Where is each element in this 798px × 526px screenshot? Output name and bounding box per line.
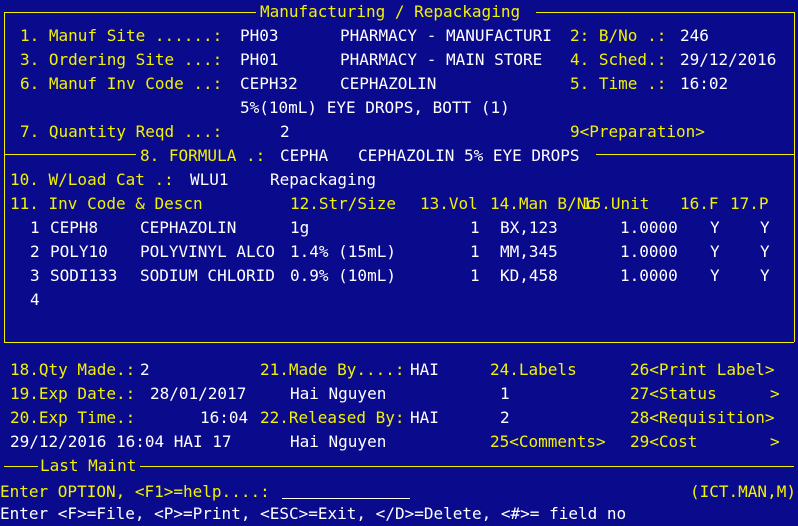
col-header-man-bno: 14.Man B/No (490, 194, 596, 213)
sched-label: 4. Sched.: (570, 50, 667, 69)
row-1-p[interactable]: Y (760, 216, 770, 240)
row-2-code[interactable]: POLY10 (50, 240, 108, 264)
row-1-str-size[interactable]: 1g (290, 216, 309, 240)
made-by-name: Hai Nguyen (290, 384, 387, 403)
last-maint-info: 29/12/2016 16:04 HAI 17 (10, 432, 232, 451)
manuf-inv-code-label: 6. Manuf Inv Code ..: (20, 74, 223, 93)
row-3-p[interactable]: Y (760, 264, 770, 288)
row-4-number[interactable]: 4 (30, 288, 40, 312)
labels-value-1[interactable]: 1 (500, 382, 510, 406)
help-line: Enter <F>=File, <P>=Print, <ESC>=Exit, <… (0, 504, 627, 523)
status-option-end: > (770, 384, 780, 403)
released-by-name: Hai Nguyen (290, 432, 387, 451)
row-1-number: 1 (30, 218, 40, 237)
option-prompt: Enter OPTION, <F1>=help....: (0, 482, 270, 501)
row-1-code[interactable]: CEPH8 (50, 216, 98, 240)
quantity-reqd-label: 7. Quantity Reqd ...: (20, 122, 223, 141)
exp-date-value[interactable]: 28/01/2017 (150, 382, 246, 406)
col-header-unit: 15.Unit (582, 194, 650, 213)
row-3-code[interactable]: SODI133 (50, 264, 117, 288)
formula-rule-left (4, 154, 136, 155)
batch-no-label: 2: B/No .: (570, 26, 667, 45)
row-2-number: 2 (30, 242, 40, 261)
ordering-site-code[interactable]: PH01 (240, 48, 279, 72)
row-3-unit[interactable]: 1.0000 (620, 264, 678, 288)
col-header-vol: 13.Vol (420, 194, 478, 213)
col-header-inv-code: 11. Inv Code & Descn (10, 194, 203, 213)
time-label: 5. Time .: (570, 74, 667, 93)
manuf-inv-description: 5%(10mL) EYE DROPS, BOTT (1) (240, 98, 510, 117)
frame-bottom (4, 342, 794, 343)
row-3-desc: SODIUM CHLORID (140, 266, 275, 285)
wload-cat-label: 10. W/Load Cat .: (10, 170, 174, 189)
sched-value[interactable]: 29/12/2016 (680, 48, 776, 72)
program-id: (ICT.MAN,M) (690, 482, 796, 501)
formula-code[interactable]: CEPHA (280, 144, 328, 168)
ordering-site-name: PHARMACY - MAIN STORE (340, 50, 543, 69)
labels-value-2[interactable]: 2 (500, 406, 510, 430)
cost-option[interactable]: 29<Cost (630, 430, 697, 454)
row-1-unit[interactable]: 1.0000 (620, 216, 678, 240)
row-3-number: 3 (30, 266, 40, 285)
time-value[interactable]: 16:02 (680, 72, 728, 96)
requisition-option[interactable]: 28<Requisition> (630, 406, 775, 430)
exp-date-label: 19.Exp Date.: (10, 384, 136, 403)
row-1-vol[interactable]: 1 (470, 216, 480, 240)
frame-top-right (536, 12, 794, 13)
row-3-str-size[interactable]: 0.9% (10mL) (290, 264, 396, 288)
row-1-f[interactable]: Y (710, 216, 720, 240)
wload-cat-code[interactable]: WLU1 (190, 168, 229, 192)
manuf-inv-code[interactable]: CEPH32 (240, 72, 298, 96)
row-3-man-bno[interactable]: KD,458 (500, 264, 558, 288)
row-2-desc: POLYVINYL ALCO (140, 242, 275, 261)
row-3-f[interactable]: Y (710, 264, 720, 288)
formula-rule-right (596, 154, 794, 155)
ordering-site-label: 3. Ordering Site ...: (20, 50, 223, 69)
row-1-man-bno[interactable]: BX,123 (500, 216, 558, 240)
last-maint-rule-left (4, 466, 38, 467)
frame-left (4, 12, 5, 342)
row-2-vol[interactable]: 1 (470, 240, 480, 264)
manuf-site-code[interactable]: PH03 (240, 24, 279, 48)
wload-cat-name: Repackaging (270, 170, 376, 189)
released-by-value[interactable]: HAI (410, 406, 439, 430)
option-input[interactable] (282, 480, 410, 499)
comments-option[interactable]: 25<Comments> (490, 430, 606, 454)
quantity-reqd-value[interactable]: 2 (280, 120, 290, 144)
made-by-value[interactable]: HAI (410, 358, 439, 382)
terminal-screen: Manufacturing / Repackaging 1. Manuf Sit… (0, 0, 798, 526)
row-1-desc: CEPHAZOLIN (140, 218, 237, 237)
qty-made-value[interactable]: 2 (140, 358, 150, 382)
row-2-p[interactable]: Y (760, 240, 770, 264)
manuf-site-label: 1. Manuf Site ......: (20, 26, 223, 45)
manuf-site-name: PHARMACY - MANUFACTURI (340, 26, 552, 45)
col-header-f: 16.F (680, 194, 719, 213)
frame-right (794, 12, 795, 342)
row-2-f[interactable]: Y (710, 240, 720, 264)
last-maint-heading: Last Maint (40, 456, 137, 475)
col-header-str-size: 12.Str/Size (290, 194, 396, 213)
formula-label: 8. FORMULA .: (140, 146, 266, 165)
col-header-p: 17.P (730, 194, 769, 213)
manuf-inv-name: CEPHAZOLIN (340, 74, 437, 93)
status-option[interactable]: 27<Status (630, 382, 717, 406)
exp-time-value[interactable]: 16:04 (200, 406, 248, 430)
row-2-man-bno[interactable]: MM,345 (500, 240, 558, 264)
row-2-str-size[interactable]: 1.4% (15mL) (290, 240, 396, 264)
qty-made-label: 18.Qty Made.: (10, 360, 136, 379)
preparation-option[interactable]: 9<Preparation> (570, 120, 705, 144)
labels-label: 24.Labels (490, 360, 577, 379)
exp-time-label: 20.Exp Time.: (10, 408, 136, 427)
made-by-label: 21.Made By....: (260, 360, 405, 379)
screen-title: Manufacturing / Repackaging (260, 2, 521, 21)
row-2-unit[interactable]: 1.0000 (620, 240, 678, 264)
formula-name: CEPHAZOLIN 5% EYE DROPS (358, 146, 580, 165)
row-3-vol[interactable]: 1 (470, 264, 480, 288)
released-by-label: 22.Released By: (260, 408, 405, 427)
last-maint-rule-right (140, 466, 794, 467)
cost-option-end: > (770, 432, 780, 451)
print-label-option[interactable]: 26<Print Label> (630, 358, 775, 382)
frame-top-left (4, 12, 256, 13)
batch-no-value[interactable]: 246 (680, 24, 709, 48)
